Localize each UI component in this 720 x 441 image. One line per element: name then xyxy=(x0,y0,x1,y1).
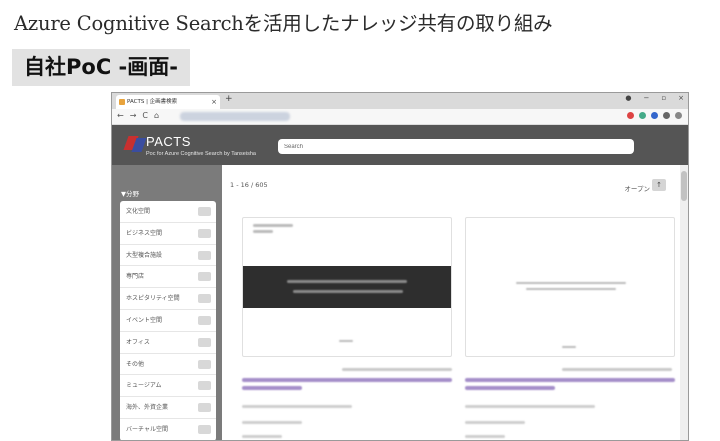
facet-count-badge xyxy=(198,207,211,216)
facet-label: ビジネス空間 xyxy=(126,229,163,237)
result-title-link[interactable] xyxy=(242,378,452,382)
blurred-text xyxy=(253,224,293,227)
blurred-text xyxy=(516,282,626,284)
facet-count-badge xyxy=(198,424,211,434)
menu-icon[interactable] xyxy=(675,112,682,119)
logo-title: PACTS xyxy=(146,134,191,149)
extension-icon[interactable] xyxy=(639,112,646,119)
home-button[interactable]: ⌂ xyxy=(154,111,159,120)
facet-item[interactable]: バーチャル空間 xyxy=(120,419,216,440)
blurred-text xyxy=(293,290,403,293)
facet-list: 文化空間 ビジネス空間 大型複合施設 専門店 ホスピタリティ空間 イベント空間 … xyxy=(120,201,216,440)
sort-label: オープン xyxy=(624,185,650,193)
sidebar: ▼分野 文化空間 ビジネス空間 大型複合施設 専門店 ホスピタリティ空間 イベン… xyxy=(112,165,222,440)
facet-label: バーチャル空間 xyxy=(126,425,168,433)
facet-item[interactable]: ビジネス空間 xyxy=(120,223,216,245)
result-snippet xyxy=(465,421,525,424)
browser-tab[interactable]: PACTS | 企画書検索 × xyxy=(116,95,220,109)
tab-strip: PACTS | 企画書検索 × + ● − ▫ × xyxy=(112,93,688,109)
facet-count-badge xyxy=(198,359,211,369)
result-snippet xyxy=(242,435,282,438)
close-window-button[interactable]: × xyxy=(678,94,684,102)
extension-icon[interactable] xyxy=(627,112,634,119)
facet-label: イベント空間 xyxy=(126,316,163,324)
result-snippet xyxy=(465,405,595,408)
search-input[interactable] xyxy=(278,139,634,154)
result-card-thumbnail[interactable] xyxy=(242,217,452,357)
extension-icon[interactable] xyxy=(663,112,670,119)
reload-button[interactable]: C xyxy=(142,111,148,120)
profile-icon[interactable]: ● xyxy=(625,94,631,102)
blurred-text xyxy=(562,346,576,348)
result-meta xyxy=(562,368,672,371)
slide-title: Azure Cognitive Searchを活用したナレッジ共有の取り組み xyxy=(14,12,553,35)
facet-item[interactable]: オフィス xyxy=(120,332,216,354)
facet-item[interactable]: その他 xyxy=(120,354,216,376)
forward-button[interactable]: → xyxy=(130,111,137,120)
facet-item[interactable]: 海外、外資企業 xyxy=(120,397,216,419)
address-bar: ← → C ⌂ xyxy=(112,109,688,125)
results-area: 1 - 16 / 605 オープン ↑ xyxy=(222,165,680,440)
nav-buttons: ← → C ⌂ xyxy=(117,111,159,120)
facet-count-badge xyxy=(198,250,211,260)
facet-count-badge xyxy=(198,315,211,325)
result-snippet xyxy=(242,405,352,408)
facet-item[interactable]: 専門店 xyxy=(120,266,216,289)
facet-count-badge xyxy=(198,337,211,347)
facet-count-badge xyxy=(198,381,211,391)
facet-count-badge xyxy=(198,228,211,238)
app-header: PACTS Poc for Azure Cognitive Search by … xyxy=(112,125,688,165)
result-title-link[interactable] xyxy=(465,386,555,390)
blurred-text xyxy=(287,280,407,283)
facet-label: その他 xyxy=(126,360,145,368)
tab-close-icon[interactable]: × xyxy=(211,95,217,109)
pacts-logo-icon xyxy=(123,136,147,152)
new-tab-button[interactable]: + xyxy=(225,94,233,104)
thumbnail-dark-band xyxy=(243,266,451,308)
scroll-thumb[interactable] xyxy=(681,171,687,201)
facet-item[interactable]: 大型複合施設 xyxy=(120,245,216,267)
facet-label: 海外、外資企業 xyxy=(126,404,169,412)
result-snippet xyxy=(242,421,302,424)
facet-label: オフィス xyxy=(126,338,150,346)
result-card-thumbnail[interactable] xyxy=(465,217,675,357)
page-scrollbar[interactable] xyxy=(680,165,688,440)
extension-icons xyxy=(627,112,682,119)
result-title-link[interactable] xyxy=(465,378,675,382)
window-controls: ● − ▫ × xyxy=(625,94,684,102)
facet-heading[interactable]: ▼分野 xyxy=(121,188,139,198)
facet-count-badge xyxy=(198,294,211,304)
browser-window: PACTS | 企画書検索 × + ● − ▫ × ← → C ⌂ PACTS … xyxy=(111,92,689,441)
blurred-text xyxy=(253,230,273,233)
facet-item[interactable]: イベント空間 xyxy=(120,310,216,332)
facet-item[interactable]: ミュージアム xyxy=(120,375,216,398)
facet-count-badge xyxy=(198,272,211,282)
facet-label: 大型複合施設 xyxy=(126,251,163,259)
result-snippet xyxy=(465,435,505,438)
maximize-button[interactable]: ▫ xyxy=(661,94,666,102)
facet-label: 文化空間 xyxy=(126,208,151,215)
url-field-blurred[interactable] xyxy=(180,112,290,121)
minimize-button[interactable]: − xyxy=(644,94,650,102)
result-count: 1 - 16 / 605 xyxy=(230,181,268,189)
facet-label: ミュージアム xyxy=(126,382,162,390)
sort-direction-button[interactable]: ↑ xyxy=(652,179,666,191)
blurred-text xyxy=(339,340,353,342)
favicon-icon xyxy=(119,99,125,105)
logo-subtitle: Poc for Azure Cognitive Search by Tansei… xyxy=(146,151,256,157)
facet-item[interactable]: 文化空間 xyxy=(120,201,216,223)
facet-item[interactable]: ホスピタリティ空間 xyxy=(120,288,216,310)
tab-title: PACTS | 企画書検索 xyxy=(127,99,178,105)
extension-icon[interactable] xyxy=(651,112,658,119)
facet-count-badge xyxy=(198,403,211,413)
result-title-link[interactable] xyxy=(242,386,302,390)
result-meta xyxy=(342,368,452,371)
facet-label: ホスピタリティ空間 xyxy=(126,295,180,303)
facet-label: 専門店 xyxy=(126,273,145,281)
back-button[interactable]: ← xyxy=(117,111,124,120)
blurred-text xyxy=(526,288,616,290)
slide-subtitle: 自社PoC -画面- xyxy=(12,49,190,86)
